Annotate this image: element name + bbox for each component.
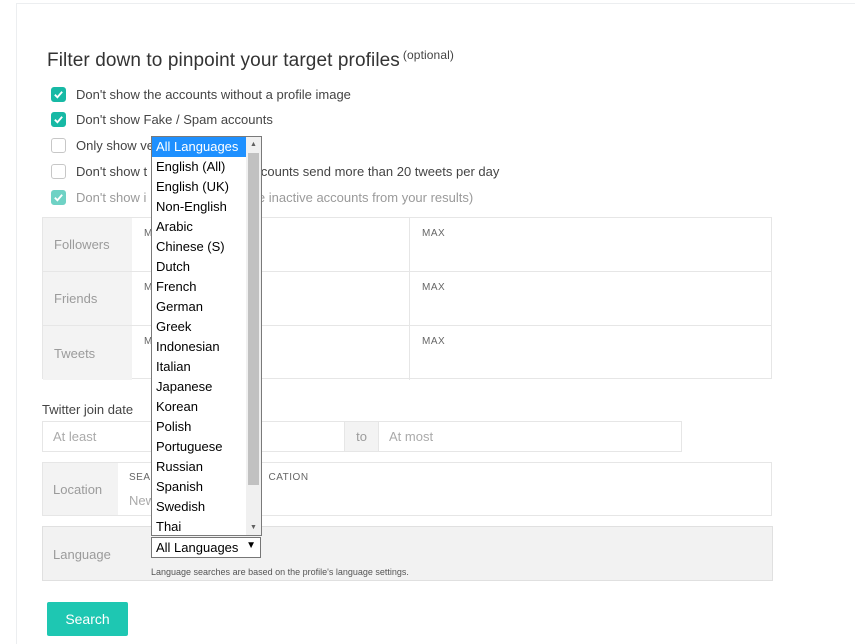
language-option[interactable]: Italian (152, 357, 246, 377)
language-option[interactable]: French (152, 277, 246, 297)
optional-tag: (optional) (402, 48, 454, 62)
scrollbar-thumb[interactable] (248, 153, 259, 485)
language-dropdown-list[interactable]: All Languages English (All) English (UK)… (151, 136, 262, 536)
check-icon (54, 115, 63, 124)
language-option[interactable]: Spanish (152, 477, 246, 497)
join-date-label: Twitter join date (42, 402, 134, 417)
language-option[interactable]: Swedish (152, 497, 246, 517)
checkbox-label: Don't show i (76, 189, 147, 205)
check-icon (54, 193, 63, 202)
checkbox-inactive (51, 189, 66, 205)
range-label: Friends (43, 272, 132, 325)
language-label: Language (53, 547, 111, 562)
language-option[interactable]: Non-English (152, 197, 246, 217)
checkbox-profile-image[interactable] (51, 86, 66, 102)
checkbox-label: Don't show Fake / Spam accounts (76, 111, 273, 127)
checkbox-row-fake-spam[interactable]: Don't show Fake / Spam accounts (51, 109, 273, 129)
language-option[interactable]: Russian (152, 457, 246, 477)
filter-title-text: Filter down to pinpoint your target prof… (47, 50, 400, 71)
search-button[interactable]: Search (47, 602, 128, 636)
language-option[interactable]: English (All) (152, 157, 246, 177)
max-label: MAX (422, 282, 446, 293)
language-options: All Languages English (All) English (UK)… (152, 137, 246, 535)
language-option[interactable]: German (152, 297, 246, 317)
scroll-down-icon[interactable]: ▼ (246, 520, 261, 535)
dropdown-scrollbar[interactable]: ▲ ▼ (246, 137, 261, 535)
location-head-left: SEA (129, 472, 151, 483)
language-option[interactable]: Indonesian (152, 337, 246, 357)
checkbox-label: Don't show t (76, 163, 148, 179)
dropdown-arrow-icon: ▼ (246, 540, 256, 551)
language-selected-value: All Languages (156, 540, 239, 555)
max-field-friends[interactable]: MAX (409, 272, 772, 325)
checkbox-row-profile-image[interactable]: Don't show the accounts without a profil… (51, 84, 351, 104)
join-date-to-input[interactable]: At most (378, 421, 682, 452)
language-option[interactable]: Arabic (152, 217, 246, 237)
checkbox-label: Don't show the accounts without a profil… (76, 86, 351, 102)
language-option[interactable]: Chinese (S) (152, 237, 246, 257)
language-option[interactable]: Portuguese (152, 437, 246, 457)
language-note: Language searches are based on the profi… (151, 567, 409, 577)
max-label: MAX (422, 228, 446, 239)
language-option[interactable]: Korean (152, 397, 246, 417)
max-field-followers[interactable]: MAX (409, 218, 772, 271)
language-option[interactable]: Polish (152, 417, 246, 437)
filter-title: Filter down to pinpoint your target prof… (47, 48, 454, 72)
checkbox-label-tail: accounts send more than 20 tweets per da… (247, 163, 500, 179)
location-head-right: CATION (268, 472, 309, 483)
language-option[interactable]: Greek (152, 317, 246, 337)
checkbox-label: Only show ve (76, 137, 155, 153)
check-icon (54, 90, 63, 99)
checkbox-verified[interactable] (51, 137, 66, 153)
checkbox-tweets-per-day[interactable] (51, 163, 66, 179)
language-option[interactable]: Japanese (152, 377, 246, 397)
language-select[interactable]: All Languages ▼ (151, 537, 261, 558)
location-label: Location (43, 463, 118, 515)
range-label: Followers (43, 218, 132, 271)
language-option[interactable]: English (UK) (152, 177, 246, 197)
join-date-to-label: to (345, 421, 378, 452)
scroll-up-icon[interactable]: ▲ (246, 137, 261, 152)
checkbox-label-tail: ve inactive accounts from your results) (251, 189, 474, 205)
max-field-tweets[interactable]: MAX (409, 326, 772, 380)
language-option[interactable]: All Languages (152, 137, 246, 157)
checkbox-fake-spam[interactable] (51, 111, 66, 127)
language-option[interactable]: Thai (152, 517, 246, 535)
range-label: Tweets (43, 326, 132, 380)
max-label: MAX (422, 336, 446, 347)
checkbox-row-tweets-per-day[interactable]: Don't show t accounts send more than 20 … (51, 161, 499, 181)
checkbox-row-inactive: Don't show i ve inactive accounts from y… (51, 187, 473, 207)
language-option[interactable]: Dutch (152, 257, 246, 277)
checkbox-row-verified[interactable]: Only show ve (51, 135, 154, 155)
